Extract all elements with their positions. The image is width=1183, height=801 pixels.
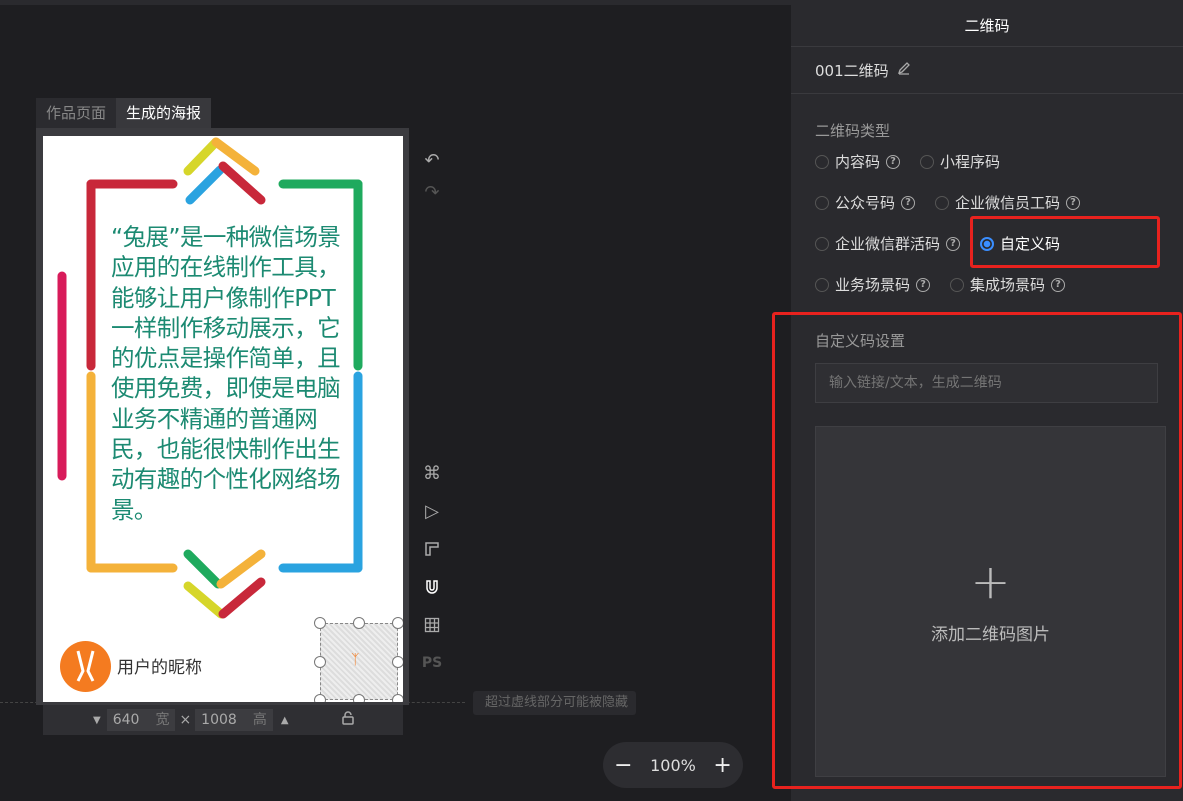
poster-body-text[interactable]: “兔展”是一种微信场景应用的在线制作工具，能够让用户像制作PPT一样制作移动展示…	[111, 222, 343, 525]
poster-nickname[interactable]: 用户的昵称	[117, 653, 202, 678]
caret-up-icon[interactable]: ▲	[281, 715, 289, 726]
radio-dot[interactable]	[950, 277, 965, 292]
ps-icon[interactable]: PS	[420, 651, 444, 675]
qr-code-placeholder[interactable]: ᛉ	[320, 623, 398, 700]
ruler-icon[interactable]	[420, 537, 444, 561]
hidden-area-hint: 超过虚线部分可能被隐藏	[473, 691, 637, 715]
resize-handle[interactable]	[314, 656, 326, 668]
page-tabs: 作品页面 生成的海报	[36, 98, 212, 128]
width-unit: 宽	[155, 712, 170, 728]
help-icon[interactable]: ?	[946, 236, 961, 251]
qr-logo-icon: ᛉ	[351, 652, 360, 668]
radio-dot[interactable]	[920, 154, 935, 169]
tab-generated-poster[interactable]: 生成的海报	[116, 98, 212, 128]
radio-dot[interactable]	[935, 195, 950, 210]
radio-dot[interactable]	[815, 236, 829, 251]
zoom-out-button[interactable]: −	[609, 753, 637, 778]
caret-down-icon[interactable]: ▼	[93, 715, 101, 726]
help-icon[interactable]: ?	[916, 277, 931, 292]
resize-handle[interactable]	[353, 617, 365, 629]
resize-handle[interactable]	[392, 617, 403, 629]
qr-type-section: 二维码类型 内容码 ? 小程序码 公众号码 ? 企业微信员工码 ? 企业微信群活…	[791, 94, 1183, 305]
radio-integrated-scene-code[interactable]: 集成场景码 ?	[950, 274, 1066, 295]
undo-icon[interactable]: ↶	[420, 148, 444, 172]
canvas-toolbar: ↶ ↷ ⌘ ▷ PS	[420, 148, 444, 675]
radio-dot[interactable]	[815, 277, 829, 292]
width-field[interactable]: 640 宽	[106, 709, 176, 731]
redo-icon[interactable]: ↷	[420, 180, 444, 204]
grid-icon[interactable]	[420, 613, 444, 637]
resize-handle[interactable]	[353, 694, 365, 702]
width-value: 640	[112, 712, 140, 728]
resize-handle[interactable]	[392, 656, 403, 668]
highlight-box	[970, 216, 1160, 268]
panel-title: 二维码	[791, 0, 1183, 47]
help-icon[interactable]: ?	[1051, 277, 1066, 292]
radio-label: 企业微信员工码	[955, 194, 1061, 212]
magnet-icon[interactable]	[420, 575, 444, 599]
radio-official-account-code[interactable]: 公众号码 ?	[815, 192, 916, 213]
radio-dot[interactable]	[815, 154, 829, 169]
radio-row: 业务场景码 ? 集成场景码 ?	[815, 264, 1183, 305]
zoom-in-button[interactable]: +	[709, 753, 737, 778]
rabbit-logo-icon	[76, 650, 95, 682]
highlight-box	[772, 312, 1182, 789]
avatar[interactable]	[60, 641, 111, 692]
command-icon[interactable]: ⌘	[420, 461, 444, 485]
radio-row: 内容码 ? 小程序码	[815, 141, 1183, 182]
lock-icon[interactable]	[341, 711, 355, 729]
edit-icon[interactable]	[897, 61, 911, 79]
times-icon: ×	[179, 712, 192, 728]
help-icon[interactable]: ?	[901, 195, 916, 210]
resize-handle[interactable]	[392, 694, 403, 702]
help-icon[interactable]: ?	[1066, 195, 1081, 210]
tab-work-page[interactable]: 作品页面	[36, 98, 117, 128]
radio-label: 企业微信群活码	[835, 235, 941, 253]
play-icon[interactable]: ▷	[420, 499, 444, 523]
radio-label: 内容码	[835, 153, 881, 171]
radio-label: 小程序码	[940, 153, 1001, 171]
radio-content-code[interactable]: 内容码 ?	[815, 151, 901, 172]
qr-settings-panel: 二维码 001二维码 二维码类型 内容码 ? 小程序码 公众号码 ? 企业微信员…	[772, 0, 1183, 801]
help-icon[interactable]: ?	[886, 154, 901, 169]
height-value: 1008	[201, 712, 237, 728]
radio-wecom-staff-code[interactable]: 企业微信员工码 ?	[935, 192, 1081, 213]
radio-label: 集成场景码	[970, 276, 1046, 294]
radio-dot[interactable]	[815, 195, 829, 210]
poster-size-bar: ▼ 640 宽 × 1008 高 ▲	[43, 705, 403, 735]
poster-canvas[interactable]: “兔展”是一种微信场景应用的在线制作工具，能够让用户像制作PPT一样制作移动展示…	[43, 136, 403, 702]
qr-type-label: 二维码类型	[815, 122, 891, 140]
radio-label: 公众号码	[835, 194, 896, 212]
radio-business-scene-code[interactable]: 业务场景码 ?	[815, 274, 931, 295]
top-bar	[0, 0, 791, 5]
zoom-control: − 100% +	[603, 742, 743, 788]
radio-label: 业务场景码	[835, 276, 911, 294]
zoom-level: 100%	[650, 755, 696, 775]
resize-handle[interactable]	[314, 694, 326, 702]
height-field[interactable]: 1008 高	[195, 709, 273, 731]
component-name-row: 001二维码	[791, 47, 1183, 94]
component-name: 001二维码	[815, 61, 889, 80]
resize-handle[interactable]	[314, 617, 326, 629]
radio-wecom-group-code[interactable]: 企业微信群活码 ?	[815, 233, 961, 254]
radio-miniprogram-code[interactable]: 小程序码	[920, 151, 1000, 172]
height-unit: 高	[252, 712, 267, 728]
